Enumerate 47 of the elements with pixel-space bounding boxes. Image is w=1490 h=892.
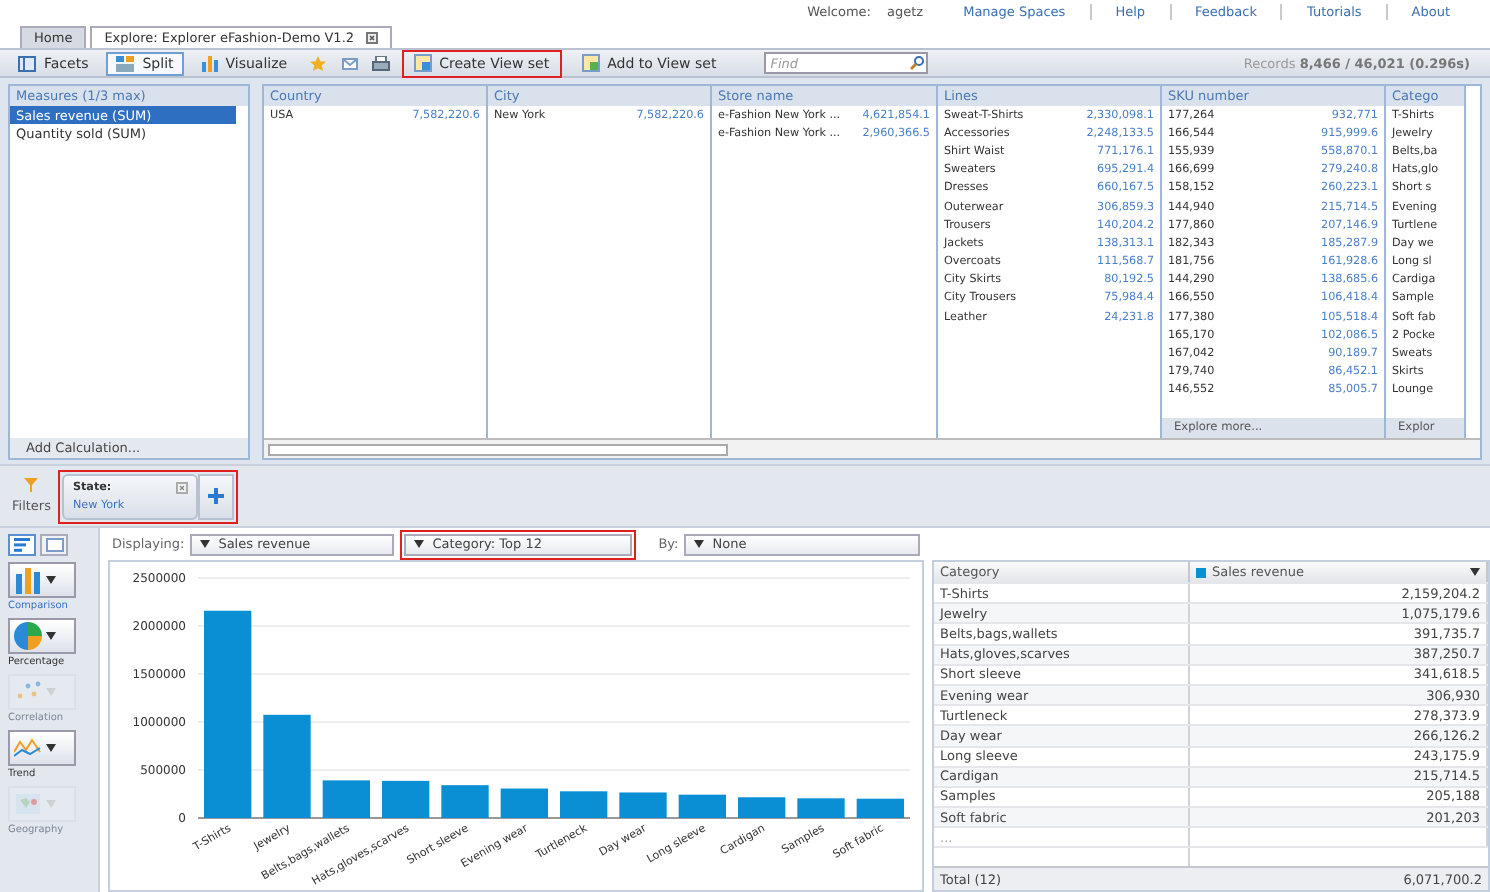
caret-icon bbox=[46, 744, 56, 752]
bar[interactable] bbox=[263, 714, 311, 818]
table-view-toggle[interactable] bbox=[40, 534, 68, 556]
bar[interactable] bbox=[797, 798, 845, 818]
caret-icon bbox=[414, 540, 425, 548]
caret-icon bbox=[200, 540, 211, 548]
star-icon bbox=[309, 55, 326, 71]
filter-icon bbox=[24, 478, 39, 492]
view-set-icon bbox=[581, 54, 600, 72]
caret-icon bbox=[46, 576, 56, 584]
bar-list-icon bbox=[14, 538, 30, 552]
mail-icon bbox=[341, 57, 358, 69]
chart-type-button[interactable] bbox=[8, 562, 76, 598]
view-set-icon bbox=[413, 54, 432, 72]
bar-chart-icon bbox=[14, 566, 42, 594]
caret-icon bbox=[1470, 568, 1480, 576]
bar[interactable] bbox=[322, 780, 370, 818]
search-icon[interactable] bbox=[910, 56, 925, 70]
split-icon bbox=[116, 55, 135, 71]
bar[interactable] bbox=[204, 610, 252, 818]
close-icon[interactable] bbox=[176, 481, 189, 493]
toolbar-icon-button[interactable] bbox=[369, 51, 394, 75]
bar[interactable] bbox=[678, 794, 726, 818]
close-icon[interactable] bbox=[366, 32, 379, 44]
grid-icon bbox=[18, 55, 36, 71]
bar[interactable] bbox=[619, 792, 667, 818]
plus-icon bbox=[208, 488, 225, 504]
chart-view-toggle[interactable] bbox=[8, 534, 36, 556]
chart-type-button[interactable] bbox=[8, 618, 76, 654]
table-icon bbox=[45, 538, 63, 552]
caret-icon bbox=[46, 632, 56, 640]
add-filter-button[interactable] bbox=[198, 473, 235, 519]
bar[interactable] bbox=[382, 780, 430, 818]
horizontal-scrollbar[interactable] bbox=[264, 438, 1480, 458]
bar[interactable] bbox=[500, 788, 548, 818]
pie-chart-icon bbox=[14, 622, 42, 650]
chart-type-button[interactable] bbox=[8, 730, 76, 766]
caret-icon bbox=[694, 540, 705, 548]
bar[interactable] bbox=[441, 785, 489, 818]
bar[interactable] bbox=[560, 791, 608, 818]
bar-chart-icon bbox=[201, 55, 218, 71]
series-swatch bbox=[1196, 567, 1206, 577]
line-chart-icon bbox=[14, 734, 42, 762]
map-icon bbox=[14, 790, 42, 818]
bar[interactable] bbox=[738, 797, 786, 818]
bar[interactable] bbox=[856, 798, 904, 818]
printer-icon bbox=[372, 55, 391, 71]
